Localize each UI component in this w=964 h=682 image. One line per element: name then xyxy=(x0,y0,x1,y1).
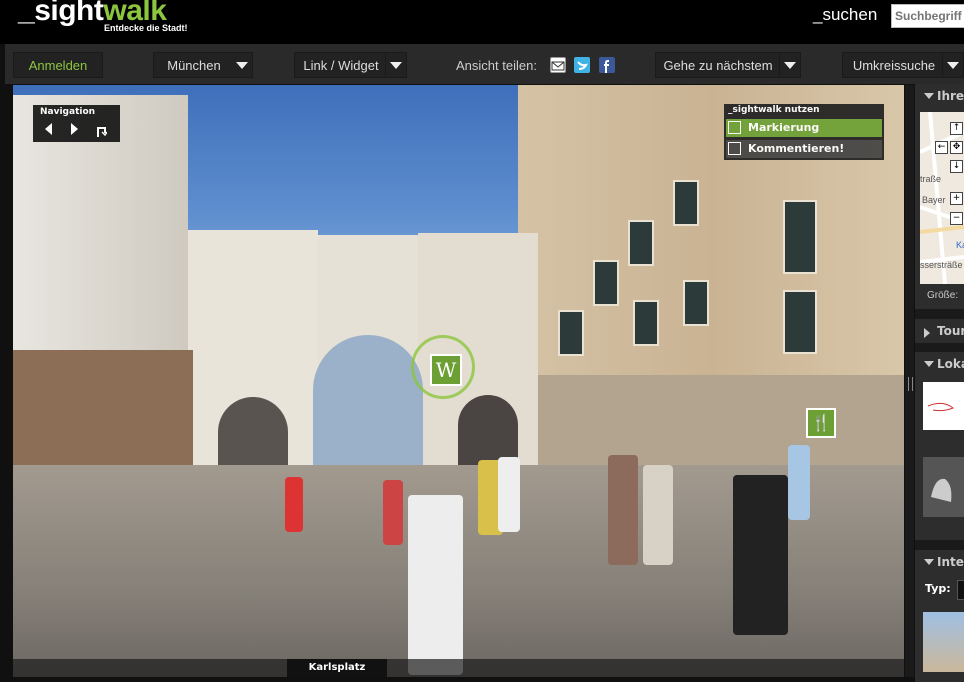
map-label: Bayer xyxy=(922,195,946,205)
restaurant-marker[interactable]: 🍴 xyxy=(806,408,836,438)
zoom-out-icon[interactable]: − xyxy=(950,212,963,225)
panel-local-title: Loka xyxy=(937,357,964,371)
sidebar: Ihre traße Bayer ssersträße Ka ↑ ← ✥ ↓ +… xyxy=(915,84,964,682)
city-label: München xyxy=(167,58,221,73)
panorama-viewer[interactable]: Navigation _sightwalk nutzen Markierung … xyxy=(13,85,904,677)
tagline: Entdecke die Stadt! xyxy=(104,23,188,33)
goto-nearest-label: Gehe zu nächstem xyxy=(663,58,773,73)
pedestrian xyxy=(733,475,788,635)
map-label: traße xyxy=(920,174,942,184)
login-label: Anmelden xyxy=(28,58,88,73)
wikipedia-icon: W xyxy=(430,354,462,386)
map-label: Ka xyxy=(956,240,964,250)
collapse-icon xyxy=(924,93,934,99)
location-label: Karlsplatz xyxy=(287,659,387,677)
login-button[interactable]: Anmelden xyxy=(13,52,103,78)
local-thumbnail[interactable] xyxy=(923,382,964,430)
pedestrian xyxy=(498,457,520,532)
viewer-footer xyxy=(13,659,904,677)
search-label: _suchen xyxy=(813,5,878,24)
pan-left-icon[interactable]: ← xyxy=(935,141,948,154)
link-widget-dropdown[interactable]: Link / Widget xyxy=(294,52,407,78)
comment-button[interactable]: Kommentieren! xyxy=(726,140,882,158)
person-icon xyxy=(728,121,741,134)
arrow-left-icon[interactable] xyxy=(45,123,52,135)
navigation-title: Navigation xyxy=(40,107,96,117)
pedestrian xyxy=(608,455,638,565)
radius-search-dropdown[interactable]: Umkreissuche xyxy=(842,52,964,78)
twitter-icon[interactable] xyxy=(574,57,590,73)
mail-icon[interactable] xyxy=(550,57,566,73)
comment-label: Kommentieren! xyxy=(748,142,845,155)
wikipedia-marker[interactable]: W xyxy=(411,335,475,399)
panel-location-title: Ihre xyxy=(937,89,964,103)
facebook-icon[interactable] xyxy=(599,57,615,73)
header: _sightwalk Entdecke die Stadt! _suchen xyxy=(0,0,964,44)
mini-map[interactable]: traße Bayer ssersträße Ka ↑ ← ✥ ↓ + − xyxy=(920,112,964,284)
sightwalk-use-panel: _sightwalk nutzen Markierung hinzufügen … xyxy=(724,104,884,160)
chevron-down-icon[interactable] xyxy=(779,53,800,77)
pan-up-icon[interactable]: ↑ xyxy=(950,122,963,135)
use-panel-title: _sightwalk nutzen xyxy=(728,105,820,115)
panel-local-header[interactable]: Loka xyxy=(915,352,964,376)
city-dropdown[interactable]: München xyxy=(153,52,253,78)
add-marker-button[interactable]: Markierung hinzufügen xyxy=(726,119,882,152)
zoom-in-icon[interactable]: + xyxy=(950,192,963,205)
map-label: ssersträße xyxy=(920,260,963,270)
panel-tours-header[interactable]: Toure xyxy=(915,319,964,343)
collapse-icon xyxy=(924,361,934,367)
pan-down-icon[interactable]: ↓ xyxy=(950,160,963,173)
pedestrian xyxy=(383,480,403,545)
navigation-control: Navigation xyxy=(33,105,120,142)
panel-resize-handle[interactable] xyxy=(905,85,914,677)
goto-nearest-dropdown[interactable]: Gehe zu nächstem xyxy=(655,52,801,78)
panel-tours: Toure xyxy=(915,319,964,343)
chevron-down-icon[interactable] xyxy=(232,53,252,77)
map-size-label: Größe: xyxy=(927,290,959,301)
local-thumbnail[interactable] xyxy=(923,457,964,517)
collapse-icon xyxy=(924,559,934,565)
link-widget-label: Link / Widget xyxy=(303,58,379,73)
expand-icon xyxy=(924,328,930,338)
panel-interests-header[interactable]: Inter xyxy=(915,550,964,574)
comment-icon xyxy=(728,142,741,155)
type-select[interactable] xyxy=(957,580,964,600)
pan-center-icon[interactable]: ✥ xyxy=(950,141,963,154)
pedestrian xyxy=(788,445,810,520)
search-input[interactable] xyxy=(891,4,964,28)
fork-knife-icon: 🍴 xyxy=(811,413,831,432)
chevron-down-icon[interactable] xyxy=(385,53,406,77)
panel-location: Ihre traße Bayer ssersträße Ka ↑ ← ✥ ↓ +… xyxy=(915,84,964,309)
share-label: Ansicht teilen: xyxy=(456,58,537,73)
panel-local: Loka xyxy=(915,352,964,540)
pedestrian xyxy=(408,495,463,675)
panel-tours-title: Toure xyxy=(937,324,964,338)
logo-sight: sight xyxy=(34,0,104,27)
panel-location-header[interactable]: Ihre xyxy=(915,84,964,108)
type-label: Typ: xyxy=(925,582,951,595)
radius-search-label: Umkreissuche xyxy=(852,58,936,73)
panel-interests: Inter Typ: xyxy=(915,550,964,682)
turn-around-icon[interactable] xyxy=(95,122,108,137)
pedestrian xyxy=(643,465,673,565)
logo-underscore: _ xyxy=(18,0,35,27)
pedestrian xyxy=(285,477,303,532)
panel-interests-title: Inter xyxy=(937,555,964,569)
chevron-down-icon[interactable] xyxy=(942,53,963,77)
toolbar: Anmelden München Link / Widget Ansicht t… xyxy=(5,44,964,84)
arrow-right-icon[interactable] xyxy=(71,123,78,135)
interest-thumbnail[interactable] xyxy=(923,612,964,672)
